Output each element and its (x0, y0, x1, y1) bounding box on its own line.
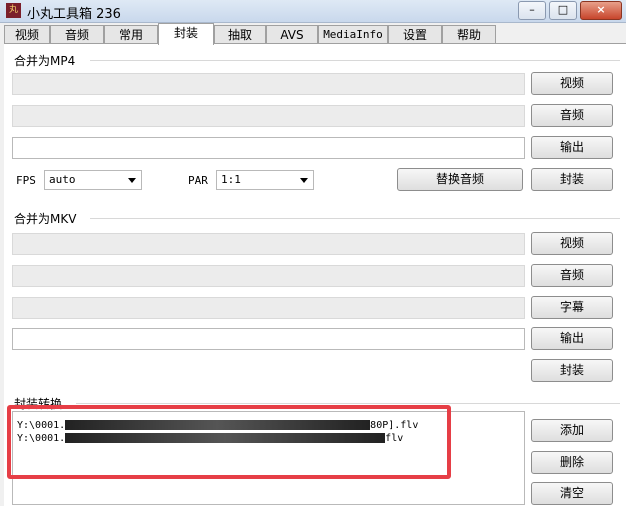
mp4-video-button[interactable]: 视频 (531, 72, 613, 95)
tab-settings[interactable]: 设置 (388, 25, 442, 43)
mkv-audio-path-field[interactable] (12, 265, 525, 287)
mkv-section-title: 合并为MKV (14, 212, 77, 226)
redacted-text (65, 420, 371, 430)
replace-audio-button[interactable]: 替换音频 (397, 168, 523, 191)
mp4-section-divider (90, 60, 620, 61)
window-title: 小丸工具箱 236 (27, 7, 121, 22)
title-bar: 丸 小丸工具箱 236 – □ × (0, 0, 626, 23)
file-path-start: Y:\0001. (17, 420, 66, 431)
mkv-video-path-field[interactable] (12, 233, 525, 255)
list-item[interactable]: Y:\0001. 80P].flv (17, 420, 418, 431)
mkv-subtitle-path-field[interactable] (12, 297, 525, 319)
redacted-text (65, 433, 386, 443)
fps-select[interactable]: auto (44, 170, 142, 190)
convert-section-title: 封装转换 (14, 397, 63, 411)
close-button[interactable]: × (580, 1, 622, 20)
mkv-mux-button[interactable]: 封装 (531, 359, 613, 382)
mkv-audio-button[interactable]: 音频 (531, 264, 613, 287)
maximize-button[interactable]: □ (549, 1, 577, 20)
tab-extract[interactable]: 抽取 (214, 25, 266, 43)
mp4-audio-button[interactable]: 音频 (531, 104, 613, 127)
mkv-output-button[interactable]: 输出 (531, 327, 613, 350)
tab-mediainfo[interactable]: MediaInfo (318, 25, 388, 43)
tab-audio[interactable]: 音频 (50, 25, 104, 43)
delete-button[interactable]: 删除 (531, 451, 613, 474)
clear-button[interactable]: 清空 (531, 482, 613, 505)
minimize-button[interactable]: – (518, 1, 546, 20)
mkv-video-button[interactable]: 视频 (531, 232, 613, 255)
mp4-audio-path-field[interactable] (12, 105, 525, 127)
tab-video[interactable]: 视频 (4, 25, 50, 43)
file-path-start: Y:\0001. (17, 433, 66, 444)
par-label: PAR (188, 174, 208, 187)
tab-mux[interactable]: 封装 (158, 23, 214, 45)
mkv-section-divider (90, 218, 620, 219)
mp4-video-path-field[interactable] (12, 73, 525, 95)
mp4-mux-button[interactable]: 封装 (531, 168, 613, 191)
convert-file-list[interactable]: Y:\0001. 80P].flv Y:\0001. flv (12, 411, 525, 505)
file-path-end: 80P].flv (370, 420, 419, 431)
fps-select-value: auto (49, 173, 76, 186)
file-path-end: flv (385, 433, 404, 444)
convert-section-divider (76, 403, 620, 404)
par-select-value: 1:1 (221, 173, 241, 186)
mp4-output-button[interactable]: 输出 (531, 136, 613, 159)
mp4-output-path-field[interactable] (12, 137, 525, 159)
list-item[interactable]: Y:\0001. flv (17, 433, 403, 444)
mkv-subtitle-button[interactable]: 字幕 (531, 296, 613, 319)
fps-label: FPS (16, 174, 36, 187)
par-select[interactable]: 1:1 (216, 170, 314, 190)
add-button[interactable]: 添加 (531, 419, 613, 442)
tab-avs[interactable]: AVS (266, 25, 318, 43)
app-icon: 丸 (6, 3, 21, 18)
tab-help[interactable]: 帮助 (442, 25, 496, 43)
chevron-down-icon (128, 178, 136, 183)
mp4-section-title: 合并为MP4 (14, 54, 76, 68)
tab-common[interactable]: 常用 (104, 25, 158, 43)
chevron-down-icon (300, 178, 308, 183)
mkv-output-path-field[interactable] (12, 328, 525, 350)
